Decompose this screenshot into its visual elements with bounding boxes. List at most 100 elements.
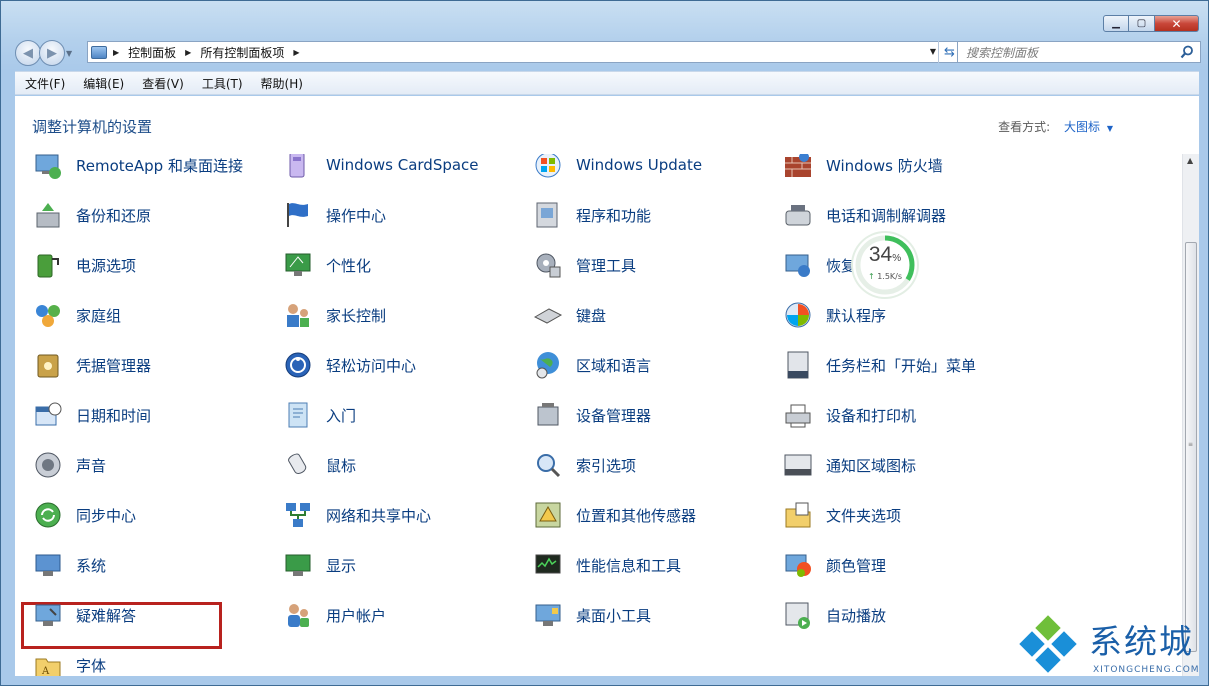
maximize-button[interactable]: ▢ [1129, 15, 1155, 32]
item-label: 电话和调制解调器 [826, 206, 947, 225]
control-panel-item[interactable]: 操作中心 [282, 197, 386, 233]
item-label: 家庭组 [76, 306, 122, 325]
control-panel-item[interactable]: 个性化 [282, 247, 371, 283]
menu-tools[interactable]: 工具(T) [192, 75, 251, 92]
control-panel-item[interactable]: 鼠标 [282, 447, 356, 483]
network-speed: ↑ 1.5K/s [867, 272, 903, 281]
control-panel-item[interactable]: 轻松访问中心 [282, 347, 416, 383]
control-panel-item[interactable]: A 字体 [32, 647, 106, 676]
menu-edit[interactable]: 编辑(E) [73, 75, 132, 92]
control-panel-item[interactable]: 日期和时间 [32, 397, 151, 433]
watermark-subtitle: XITONGCHENG.COM [1093, 665, 1200, 675]
control-panel-item[interactable]: RemoteApp 和桌面连接 [32, 154, 243, 183]
control-panel-item[interactable]: 疑难解答 [32, 597, 136, 633]
address-bar[interactable]: ▶ 控制面板 ▶ 所有控制面板项 ▶ ▼ ⇆ [87, 41, 961, 63]
item-label: 键盘 [576, 306, 607, 325]
calendar-clock-icon [32, 399, 64, 431]
control-panel-item[interactable]: 文件夹选项 [782, 497, 901, 533]
control-panel-item[interactable]: 程序和功能 [532, 197, 651, 233]
control-panel-item[interactable]: 默认程序 [782, 297, 886, 333]
control-panel-item[interactable]: 恢复 [782, 247, 856, 283]
control-panel-item[interactable]: 设备和打印机 [782, 397, 916, 433]
breadcrumb-all-items[interactable]: 所有控制面板项 [200, 44, 284, 61]
control-panel-item[interactable]: 显示 [282, 547, 356, 583]
windows-update-icon [532, 154, 564, 181]
control-panel-item[interactable]: 颜色管理 [782, 547, 886, 583]
item-label: 管理工具 [576, 256, 637, 275]
chevron-right-icon[interactable]: ▶ [113, 48, 119, 57]
gadgets-icon [532, 599, 564, 631]
control-panel-item[interactable]: Windows CardSpace [282, 154, 479, 183]
control-panel-item[interactable]: 桌面小工具 [532, 597, 651, 633]
control-panel-item[interactable]: 管理工具 [532, 247, 636, 283]
chevron-right-icon[interactable]: ▶ [293, 48, 299, 57]
search-icon[interactable] [1180, 45, 1194, 59]
control-panel-item[interactable]: 网络和共享中心 [282, 497, 431, 533]
minimize-button[interactable]: ▁ [1103, 15, 1129, 32]
control-panel-item[interactable]: 入门 [282, 397, 356, 433]
svg-text:A: A [41, 666, 50, 676]
control-panel-item[interactable]: Windows 防火墙 [782, 154, 943, 183]
menu-file[interactable]: 文件(F) [15, 75, 73, 92]
scroll-thumb[interactable]: ≡ [1185, 242, 1197, 652]
device-manager-icon [532, 399, 564, 431]
vertical-scrollbar[interactable]: ▲ ≡ [1182, 154, 1199, 676]
control-panel-item[interactable]: 电源选项 [32, 247, 136, 283]
control-panel-item[interactable]: Windows Update [532, 154, 702, 183]
navigation-row: ◀ ▶ ▼ ▶ 控制面板 ▶ 所有控制面板项 ▶ ▼ ⇆ 搜索控制面板 [15, 40, 1201, 66]
control-panel-item[interactable]: 电话和调制解调器 [782, 197, 946, 233]
breadcrumb-control-panel[interactable]: 控制面板 [128, 44, 176, 61]
control-panel-item[interactable]: 用户帐户 [282, 597, 386, 633]
usage-percent: 34% [868, 243, 902, 266]
chevron-right-icon[interactable]: ▶ [185, 48, 191, 57]
homegroup-icon [32, 299, 64, 331]
control-panel-item[interactable]: 同步中心 [32, 497, 136, 533]
control-panel-item[interactable]: 系统 [32, 547, 106, 583]
menu-view[interactable]: 查看(V) [132, 75, 192, 92]
item-label: 疑难解答 [76, 606, 137, 625]
control-panel-item[interactable]: 区域和语言 [532, 347, 651, 383]
control-panel-item[interactable]: 位置和其他传感器 [532, 497, 696, 533]
item-label: 任务栏和「开始」菜单 [826, 356, 977, 375]
admin-tools-icon [532, 249, 564, 281]
watermark-logo: 系统城 XITONGCHENG.COM [1017, 613, 1207, 683]
item-label: 索引选项 [576, 456, 637, 475]
forward-button[interactable]: ▶ [39, 40, 65, 66]
control-panel-item[interactable]: 通知区域图标 [782, 447, 916, 483]
taskbar-icon [782, 349, 814, 381]
control-panel-item[interactable]: 凭据管理器 [32, 347, 151, 383]
scroll-up-icon[interactable]: ▲ [1187, 156, 1193, 165]
menu-help[interactable]: 帮助(H) [251, 75, 311, 92]
control-panel-item[interactable]: 家庭组 [32, 297, 121, 333]
item-label: 电源选项 [76, 256, 137, 275]
sync-center-icon [32, 499, 64, 531]
control-panel-item[interactable]: 性能信息和工具 [532, 547, 681, 583]
speaker-icon [32, 449, 64, 481]
item-label: 字体 [76, 656, 107, 675]
recovery-icon [782, 249, 814, 281]
item-label: 恢复 [826, 256, 857, 275]
back-button[interactable]: ◀ [15, 40, 41, 66]
address-dropdown-icon[interactable]: ▼ [930, 47, 936, 56]
chevron-down-icon[interactable]: ▼ [1107, 124, 1113, 133]
region-globe-icon [532, 349, 564, 381]
control-panel-item[interactable]: 任务栏和「开始」菜单 [782, 347, 976, 383]
control-panel-item[interactable]: 自动播放 [782, 597, 886, 633]
control-panel-item[interactable]: 键盘 [532, 297, 606, 333]
control-panel-item[interactable]: 设备管理器 [532, 397, 651, 433]
close-button[interactable]: ✕ [1155, 15, 1199, 32]
item-label: 网络和共享中心 [326, 506, 432, 525]
history-dropdown-icon[interactable]: ▼ [66, 49, 72, 58]
control-panel-item[interactable]: 备份和还原 [32, 197, 151, 233]
grip-icon: ≡ [1188, 441, 1194, 448]
control-panel-item[interactable]: 声音 [32, 447, 106, 483]
system-computer-icon [32, 549, 64, 581]
control-panel-item[interactable]: 索引选项 [532, 447, 636, 483]
mouse-icon [282, 449, 314, 481]
search-input[interactable]: 搜索控制面板 [957, 41, 1201, 63]
control-panel-item[interactable]: 家长控制 [282, 297, 386, 333]
item-label: 声音 [76, 456, 107, 475]
parental-controls-icon [282, 299, 314, 331]
network-speed-widget[interactable]: 34% ↑ 1.5K/s [853, 233, 917, 297]
view-by-dropdown[interactable]: 大图标 [1064, 120, 1100, 134]
